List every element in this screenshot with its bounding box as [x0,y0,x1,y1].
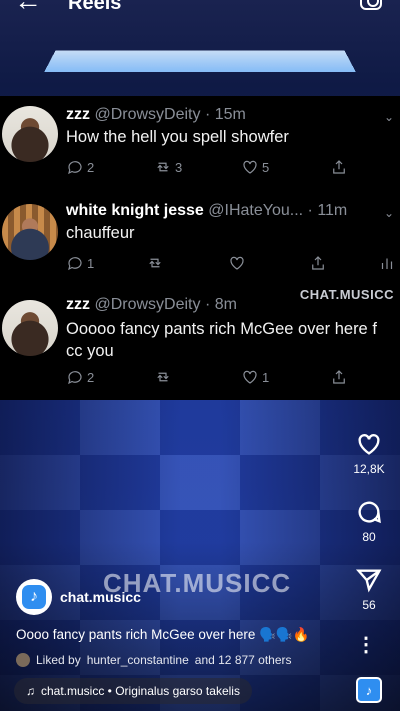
camera-icon[interactable] [360,0,382,10]
more-options-icon[interactable]: ⋮ [356,635,376,655]
analytics-icon [378,254,396,272]
tweet-thread-image: zzz @DrowsyDeity · 15m ⌄ How the hell yo… [0,96,400,400]
like-count: 12,8K [353,462,385,476]
audio-thumbnail[interactable]: ♪ [356,677,382,703]
retweet-icon [146,254,164,272]
comment-button[interactable]: 80 [344,498,394,544]
share-icon [330,158,348,176]
tweet-author: zzz @DrowsyDeity · 15m [66,106,246,123]
share-button[interactable]: 56 [344,566,394,612]
creator-name[interactable]: chat.musicc [60,589,141,605]
share-icon [309,254,327,272]
tweet-text: Ooooo fancy pants rich McGee over here f… [66,320,377,360]
tweet-author: zzz @DrowsyDeity · 8m [66,296,237,313]
avatar [2,300,58,356]
like-button[interactable]: 12,8K [344,430,394,476]
creator-avatar[interactable]: ♪ [16,579,52,615]
share-icon [330,368,348,386]
page-title: Reels [68,0,122,14]
music-note-icon: ♫ [26,684,35,698]
heart-icon [358,434,380,455]
chevron-down-icon: ⌄ [383,206,394,220]
tweet: zzz @DrowsyDeity · 8m Ooooo fancy pants … [0,296,400,396]
avatar [2,106,58,162]
heart-icon: 1 [241,368,269,386]
arrow-left-icon[interactable]: ← [14,0,42,15]
top-bar: ← Reels [0,0,400,18]
tweet-actions: 2 3 5 [66,158,396,178]
liked-by[interactable]: Liked by hunter_constantine and 12 877 o… [16,653,292,667]
tweet-actions: 2 1 [66,368,396,388]
avatar [2,204,58,260]
reply-icon: 2 [66,368,94,386]
tweet: zzz @DrowsyDeity · 15m ⌄ How the hell yo… [0,96,400,196]
watermark: CHAT.MUSICC [299,287,394,302]
chevron-down-icon: ⌄ [383,110,394,124]
tweet-actions: 1 [66,254,396,274]
heart-icon: 5 [241,158,269,176]
send-icon [355,569,382,593]
audio-track-pill[interactable]: ♫ chat.musicc • Originalus garso takelis [14,678,252,704]
retweet-icon [154,368,172,386]
tweet-text: How the hell you spell showfer [66,128,289,146]
reply-icon: 1 [66,254,94,272]
comment-icon [358,501,381,524]
avatar [16,653,30,667]
tweet-text: chauffeur [66,224,135,242]
heart-icon [228,254,246,272]
share-count: 56 [362,598,376,612]
reel-caption[interactable]: Oooo fancy pants rich McGee over here 🗣️… [16,627,310,643]
reply-icon: 2 [66,158,94,176]
tweet-author: white knight jesse @IHateYou... · 11m [66,202,348,219]
comment-count: 80 [362,530,376,544]
retweet-icon: 3 [154,158,182,176]
skylight [44,50,356,73]
tweet: white knight jesse @IHateYou... · 11m ⌄ … [0,196,400,296]
music-note-icon: ♪ [22,585,46,609]
